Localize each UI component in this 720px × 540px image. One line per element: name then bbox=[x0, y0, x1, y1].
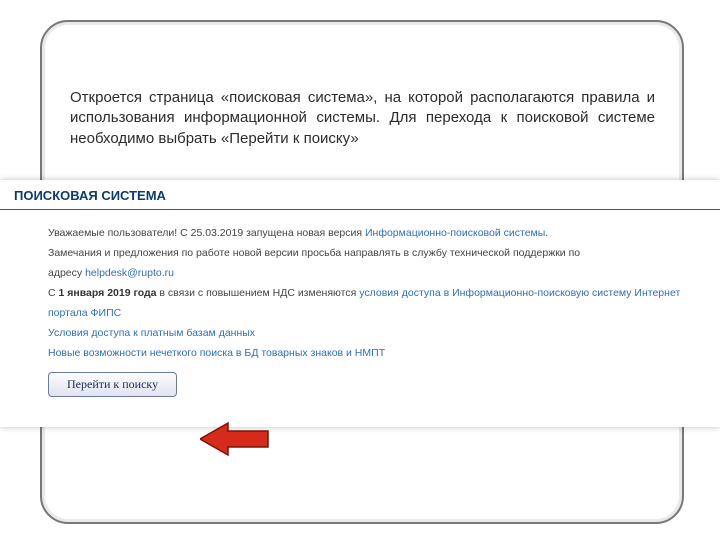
system-title: ПОИСКОВАЯ СИСТЕМА bbox=[0, 188, 720, 209]
conditions-link[interactable]: условия доступа в Информационно-поискову… bbox=[359, 287, 680, 299]
title-divider bbox=[0, 209, 720, 210]
text-part: в связи с повышением НДС изменяются bbox=[157, 287, 360, 299]
text-part: С bbox=[48, 287, 59, 299]
text-part: Уважаемые пользователи! С 25.03.2019 зап… bbox=[48, 227, 365, 239]
notice-line-3: адресу helpdesk@rupto.ru bbox=[48, 264, 700, 284]
notice-line-6: Условия доступа к платным базам данных bbox=[48, 324, 700, 344]
screenshot-body: Уважаемые пользователи! С 25.03.2019 зап… bbox=[0, 224, 720, 364]
helpdesk-email-link[interactable]: helpdesk@rupto.ru bbox=[85, 267, 174, 279]
text-part: . bbox=[545, 227, 548, 239]
info-system-link[interactable]: Информационно-поисковой системы bbox=[365, 227, 545, 239]
button-row: Перейти к поиску bbox=[0, 364, 720, 397]
notice-line-2: Замечания и предложения по работе новой … bbox=[48, 244, 700, 264]
instruction-text: Откроется страница «поисковая система», … bbox=[70, 88, 655, 149]
paid-db-link[interactable]: Условия доступа к платным базам данных bbox=[48, 327, 255, 339]
notice-line-4: С 1 января 2019 года в связи с повышение… bbox=[48, 284, 700, 304]
notice-line-7: Новые возможности нечеткого поиска в БД … bbox=[48, 344, 700, 364]
fips-portal-link[interactable]: портала ФИПС bbox=[48, 307, 121, 319]
date-bold: 1 января 2019 года bbox=[59, 287, 157, 299]
go-to-search-button[interactable]: Перейти к поиску bbox=[48, 372, 177, 397]
text-part: адресу bbox=[48, 267, 85, 279]
notice-line-1: Уважаемые пользователи! С 25.03.2019 зап… bbox=[48, 224, 700, 244]
red-arrow-icon bbox=[200, 421, 270, 457]
fuzzy-search-link[interactable]: Новые возможности нечеткого поиска в БД … bbox=[48, 347, 385, 359]
notice-line-5: портала ФИПС bbox=[48, 304, 700, 324]
embedded-screenshot: ПОИСКОВАЯ СИСТЕМА Уважаемые пользователи… bbox=[0, 180, 720, 427]
